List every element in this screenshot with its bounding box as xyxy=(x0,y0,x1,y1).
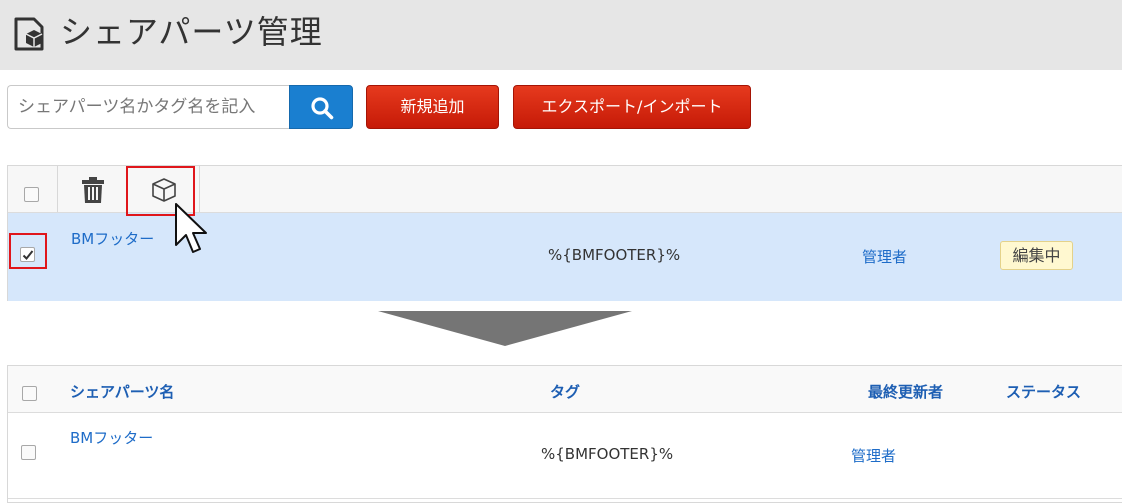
trash-icon xyxy=(82,177,104,203)
mouse-cursor-icon xyxy=(175,203,207,253)
select-all-checkbox[interactable] xyxy=(24,187,39,202)
row-checkbox[interactable] xyxy=(21,445,36,460)
column-header-status[interactable]: ステータス xyxy=(1006,381,1081,402)
page-header: シェアパーツ管理 xyxy=(0,0,1122,70)
row-divider xyxy=(8,498,1122,499)
row-updater-link[interactable]: 管理者 xyxy=(862,246,907,267)
row-tag-after: %{BMFOOTER}% xyxy=(541,445,674,463)
add-new-button[interactable]: 新規追加 xyxy=(366,85,499,129)
select-all-checkbox-after[interactable] xyxy=(22,386,37,401)
row-name-link-after[interactable]: BMフッター xyxy=(70,427,153,448)
share-parts-icon xyxy=(14,17,44,51)
search-input[interactable] xyxy=(7,85,289,129)
row-updater-link-after[interactable]: 管理者 xyxy=(851,445,896,466)
toolbar-select-all-cell xyxy=(8,166,58,212)
column-header-updater[interactable]: 最終更新者 xyxy=(868,381,943,402)
status-badge: 編集中 xyxy=(1000,241,1073,270)
search-icon xyxy=(311,97,334,120)
delete-button[interactable] xyxy=(58,166,128,212)
column-header-tag[interactable]: タグ xyxy=(550,381,580,402)
search-button[interactable] xyxy=(289,85,353,129)
highlight-checkbox xyxy=(9,233,47,269)
page-title: シェアパーツ管理 xyxy=(60,13,323,51)
down-arrow-icon xyxy=(378,311,632,346)
column-header-name[interactable]: シェアパーツ名 xyxy=(70,381,174,402)
export-import-button[interactable]: エクスポート/インポート xyxy=(513,85,751,129)
row-tag: %{BMFOOTER}% xyxy=(548,246,681,264)
row-name-link[interactable]: BMフッター xyxy=(71,228,154,249)
search-bar xyxy=(7,85,353,129)
